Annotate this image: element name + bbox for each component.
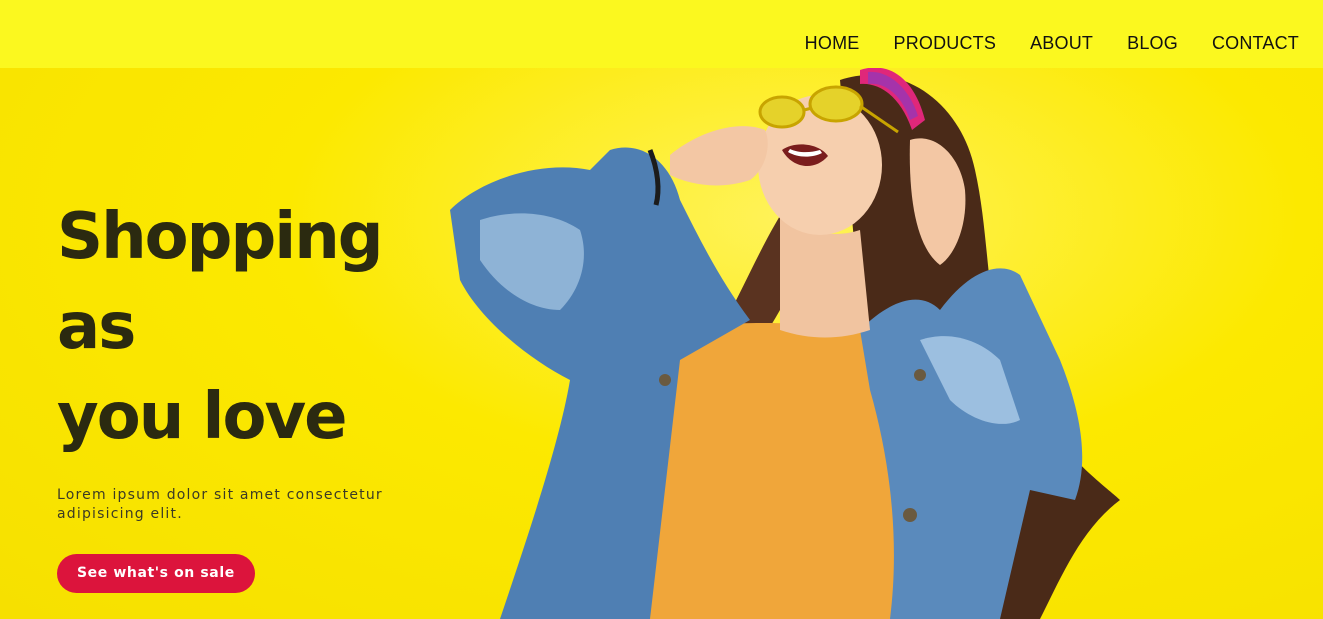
nav-home-link[interactable]: HOME	[805, 33, 860, 54]
nav-contact-link[interactable]: CONTACT	[1212, 33, 1299, 54]
nav-products-link[interactable]: PRODUCTS	[893, 33, 996, 54]
hero-description: Lorem ipsum dolor sit amet consectetur a…	[57, 487, 383, 522]
hero-photo	[420, 60, 1140, 619]
nav-about-link[interactable]: ABOUT	[1030, 33, 1093, 54]
see-sale-button[interactable]: See what's on sale	[57, 554, 255, 593]
main-nav: HOME PRODUCTS ABOUT BLOG CONTACT	[805, 0, 1299, 86]
navbar: HOME PRODUCTS ABOUT BLOG CONTACT	[0, 0, 1323, 68]
hero-text: Shopping as you love Lorem ipsum dolor s…	[57, 192, 477, 593]
hero-title-line2: you love	[57, 380, 348, 454]
nav-blog-link[interactable]: BLOG	[1127, 33, 1178, 54]
hero-title-line1: Shopping as	[57, 200, 384, 364]
hero-title: Shopping as you love	[57, 192, 477, 462]
